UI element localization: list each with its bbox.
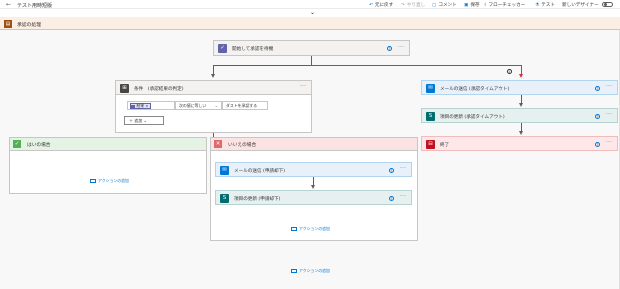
sharepoint-icon: S — [426, 111, 435, 121]
update-item-rejected-card[interactable]: S 項目の更新 (申請却下) ? ··· — [215, 190, 412, 205]
no-add-action-label: アクションの追加 — [299, 226, 330, 231]
scope-icon: ▤ — [4, 19, 12, 28]
more-options-icon[interactable]: ··· — [606, 139, 612, 145]
yes-branch: ✓ はいの場合 アクションの追加 — [9, 137, 207, 194]
command-bar: ← テスト用時短版 ↶ 元に戻す ↷ やり直し ▢ コメント ▣ 保存 ⚕ フローチェッカ… — [0, 0, 620, 9]
test-label: テスト — [541, 2, 555, 8]
condition-title: 条件 (承認結果の判定) — [134, 86, 184, 92]
help-icon[interactable]: ? — [389, 195, 394, 201]
beaker-icon: ⚗ — [535, 2, 540, 8]
arrow-down-icon — [519, 131, 523, 135]
arrow-down-icon — [211, 74, 215, 78]
back-arrow-icon[interactable]: ← — [6, 1, 11, 8]
sharepoint-icon: S — [220, 193, 229, 203]
bottom-add-action-button[interactable]: アクションの追加 — [291, 268, 330, 274]
test-button[interactable]: ⚗ テスト — [535, 2, 555, 8]
run-after-info-icon[interactable]: i — [507, 69, 512, 74]
flow-checker-label: フローチェッカー — [488, 2, 526, 8]
undo-label: 元に戻す — [374, 2, 394, 8]
undo-button[interactable]: ↶ 元に戻す — [369, 2, 393, 8]
connector-line — [213, 65, 311, 66]
help-icon[interactable]: ? — [387, 46, 392, 51]
check-icon: ✓ — [13, 140, 21, 148]
help-icon[interactable]: ? — [389, 167, 394, 173]
start-approval-title: 開始して承認を待機 — [232, 47, 274, 52]
comment-label: コメント — [438, 2, 457, 8]
cross-icon: ✕ — [214, 140, 222, 148]
yes-add-action-label: アクションの追加 — [98, 178, 129, 183]
save-icon: ▣ — [464, 2, 469, 8]
help-icon[interactable]: ? — [595, 141, 600, 147]
approvals-icon: ✓ — [218, 44, 227, 53]
add-condition-label: 追加 — [134, 118, 143, 123]
no-branch-header[interactable]: ✕ いいえの場合 — [211, 138, 417, 151]
condition-card[interactable]: ⊞ 条件 (承認結果の判定) ··· — [115, 80, 312, 95]
token-label: 結果 — [136, 103, 145, 109]
save-button[interactable]: ▣ 保存 — [464, 2, 480, 8]
arrow-down-icon — [519, 103, 523, 107]
add-action-icon — [291, 268, 297, 273]
send-email-timeout-title: メールの送信 (承認タイムアウト) — [440, 86, 510, 92]
comment-icon: ▢ — [432, 2, 437, 8]
update-item-timeout-title: 項目の更新 (承認タイムアウト) — [440, 114, 505, 120]
scope-header[interactable]: ▤ 承認の処理 — [0, 17, 620, 30]
terminate-icon: ⊟ — [426, 139, 435, 149]
send-email-rejected-title: メールの送信 (申請却下) — [234, 168, 285, 174]
start-approval-card[interactable]: ✓ 開始して承認を待機 ? ··· — [213, 40, 410, 56]
yes-branch-title: はいの場合 — [27, 142, 51, 148]
save-label: 保存 — [470, 2, 480, 8]
operand-value: ダストを承認する — [226, 103, 258, 108]
chevron-down-icon: ⌄ — [310, 9, 316, 16]
redo-label: やり直し — [406, 2, 426, 8]
more-options-icon[interactable]: ··· — [300, 83, 306, 89]
flow-title: テスト用時短版 — [17, 2, 53, 9]
update-item-rejected-title: 項目の更新 (申請却下) — [234, 196, 281, 202]
terminate-title: 終了 — [440, 142, 450, 148]
no-add-action-button[interactable]: アクションの追加 — [291, 226, 330, 232]
add-action-icon — [291, 226, 297, 231]
operator-dropdown[interactable]: 次の値に等しい ⌄ — [175, 101, 222, 110]
help-icon[interactable]: ? — [595, 85, 600, 91]
connector-line-timeout — [311, 65, 522, 66]
help-icon[interactable]: ? — [595, 113, 600, 119]
more-options-icon[interactable]: ··· — [606, 111, 612, 117]
approvals-icon — [131, 104, 135, 109]
send-email-timeout-card[interactable]: ✉ メールの送信 (承認タイムアウト) ? ··· — [421, 80, 618, 95]
outlook-icon: ✉ — [426, 83, 435, 93]
condition-icon: ⊞ — [120, 83, 129, 93]
more-options-icon[interactable]: ··· — [398, 44, 404, 50]
more-options-icon[interactable]: ··· — [606, 83, 612, 89]
chevron-down-icon: ⌄ — [214, 103, 218, 108]
add-condition-button[interactable]: ＋ 追加 ⌄ — [124, 116, 164, 125]
arrow-down-icon — [311, 185, 315, 189]
undo-icon: ↶ — [369, 2, 373, 8]
more-options-icon[interactable]: ··· — [400, 193, 406, 199]
add-action-icon — [90, 178, 96, 183]
operator-value: 次の値に等しい — [179, 103, 207, 108]
comment-button[interactable]: ▢ コメント — [432, 2, 457, 8]
update-item-timeout-card[interactable]: S 項目の更新 (承認タイムアウト) ? ··· — [421, 108, 618, 123]
terminate-card[interactable]: ⊟ 終了 ? ··· — [421, 136, 618, 151]
dynamic-content-token[interactable]: 結果 × — [129, 103, 152, 109]
scope-title: 承認の処理 — [17, 22, 41, 28]
new-designer-label: 新しいデザイナー — [562, 2, 599, 8]
redo-icon: ↷ — [401, 2, 405, 8]
send-email-rejected-card[interactable]: ✉ メールの送信 (申請却下) ? ··· — [215, 162, 412, 177]
new-designer-toggle[interactable] — [602, 1, 613, 7]
condition-right-operand[interactable]: ダストを承認する — [222, 101, 268, 110]
redo-button[interactable]: ↷ やり直し — [401, 2, 425, 8]
outlook-icon: ✉ — [220, 165, 229, 175]
condition-left-operand[interactable]: 結果 × — [127, 101, 175, 110]
no-branch-title: いいえの場合 — [228, 142, 257, 148]
more-options-icon[interactable]: ··· — [400, 165, 406, 171]
yes-add-action-button[interactable]: アクションの追加 — [90, 178, 129, 184]
connector-line — [311, 56, 312, 65]
yes-branch-header[interactable]: ✓ はいの場合 — [10, 138, 206, 151]
flow-checker-button[interactable]: ⚕ フローチェッカー — [484, 2, 525, 8]
bottom-add-action-label: アクションの追加 — [299, 268, 330, 273]
arrow-down-icon — [519, 74, 523, 78]
stethoscope-icon: ⚕ — [484, 2, 487, 8]
